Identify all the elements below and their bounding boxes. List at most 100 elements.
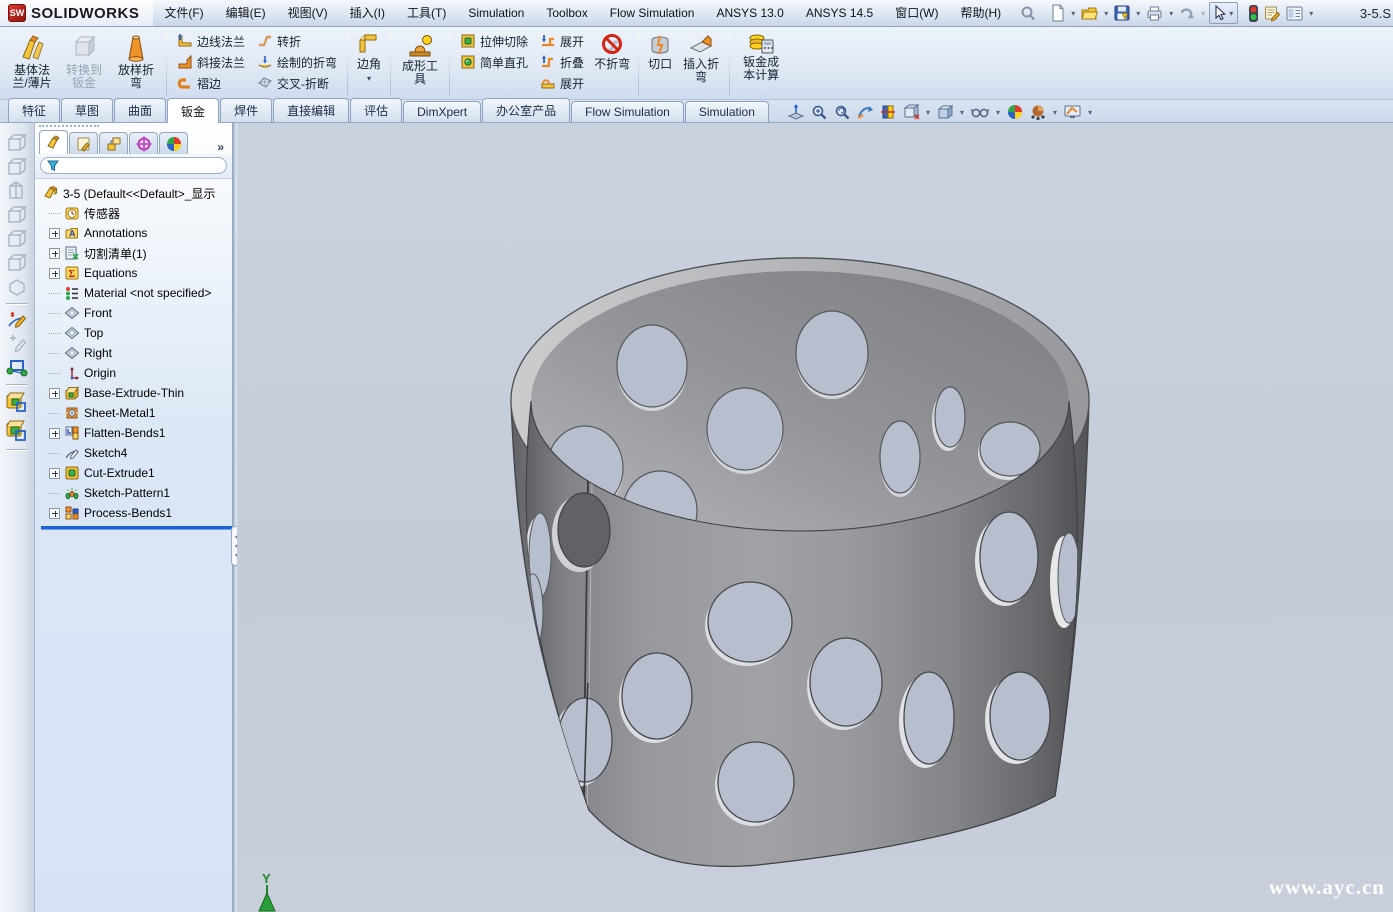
previous-view-icon[interactable] xyxy=(832,102,852,122)
view-cube-2-icon[interactable] xyxy=(4,155,30,179)
expand-icon[interactable] xyxy=(49,268,60,279)
base-flange-button[interactable]: 基体法兰/薄片 xyxy=(6,29,58,98)
save-dropdown-icon[interactable]: ▾ xyxy=(1134,9,1142,18)
tree-item-top-plane[interactable]: Top xyxy=(41,323,232,343)
undo-icon[interactable] xyxy=(1177,2,1197,24)
jog-button[interactable]: 转折 xyxy=(253,32,341,50)
open-dropdown-icon[interactable]: ▾ xyxy=(1102,9,1110,18)
tree-item-right-plane[interactable]: Right xyxy=(41,343,232,363)
sketch-tool-icon[interactable] xyxy=(4,308,30,332)
select-dropdown-icon[interactable]: ▾ xyxy=(1227,9,1235,18)
select-cursor-button[interactable]: ▾ xyxy=(1209,2,1238,24)
menu-window[interactable]: 窗口(W) xyxy=(884,0,949,26)
no-bends-button[interactable]: 不折弯 xyxy=(590,29,634,98)
lofted-bend-button[interactable]: 放样折弯 xyxy=(110,29,162,98)
tab-configurationmanager[interactable] xyxy=(99,132,128,154)
insert-bends-button[interactable]: 插入折弯 xyxy=(677,29,725,98)
flatten-button[interactable]: 展开 xyxy=(536,74,588,92)
menu-simulation[interactable]: Simulation xyxy=(457,0,535,26)
convert-to-sheet-metal-button[interactable]: 转换到钣金 xyxy=(58,29,110,98)
menu-help[interactable]: 帮助(H) xyxy=(950,0,1013,26)
search-icon[interactable] xyxy=(1018,2,1038,24)
apply-scene-dropdown-icon[interactable]: ▾ xyxy=(1051,108,1059,117)
task-pane-icon[interactable] xyxy=(1284,2,1305,24)
menu-insert[interactable]: 插入(I) xyxy=(339,0,396,26)
tree-item-material[interactable]: Material <not specified> xyxy=(41,283,232,303)
tree-item-annotations[interactable]: A Annotations xyxy=(41,223,232,243)
tab-featuremanager-tree[interactable] xyxy=(39,130,68,154)
tree-item-equations[interactable]: Σ Equations xyxy=(41,263,232,283)
tree-item-cut-extrude1[interactable]: Cut-Extrude1 xyxy=(41,463,232,483)
menu-view[interactable]: 视图(V) xyxy=(277,0,339,26)
rotate-view-icon[interactable] xyxy=(855,102,875,122)
section-view-icon[interactable] xyxy=(878,102,898,122)
tab-dimxpert[interactable]: DimXpert xyxy=(403,101,481,122)
menu-tools[interactable]: 工具(T) xyxy=(396,0,457,26)
view-orientation-dropdown-icon[interactable]: ▾ xyxy=(924,108,932,117)
tree-filter-box[interactable] xyxy=(40,157,227,174)
tree-root-part[interactable]: 3-5 (Default<<Default>_显示 xyxy=(43,183,232,203)
edge-flange-button[interactable]: 边线法兰 xyxy=(173,32,249,50)
menu-flow-simulation[interactable]: Flow Simulation xyxy=(599,0,706,26)
tree-item-process-bends1[interactable]: Process-Bends1 xyxy=(41,503,232,523)
tab-sheet-metal[interactable]: 钣金 xyxy=(167,98,219,123)
tab-propertymanager[interactable] xyxy=(69,132,98,154)
menu-edit[interactable]: 编辑(E) xyxy=(215,0,277,26)
tab-features[interactable]: 特征 xyxy=(8,98,60,122)
edit-appearance-icon[interactable] xyxy=(1005,102,1025,122)
menu-file[interactable]: 文件(F) xyxy=(153,0,214,26)
expand-icon[interactable] xyxy=(49,228,60,239)
hide-show-items-icon[interactable] xyxy=(969,102,991,122)
tab-direct-editing[interactable]: 直接编辑 xyxy=(273,98,349,122)
tab-dimxpertmanager[interactable] xyxy=(129,132,158,154)
view-orientation-icon[interactable] xyxy=(901,102,921,122)
sheet-metal-costing-button[interactable]: 钣金成本计算 xyxy=(734,29,788,98)
tree-item-cut-list[interactable]: 切割清单(1) xyxy=(41,243,232,263)
view-cube-4-icon[interactable] xyxy=(4,203,30,227)
model-perforated-cylinder[interactable]: Y xyxy=(237,123,1393,912)
hem-button[interactable]: 褶边 xyxy=(173,74,249,92)
expand-icon[interactable] xyxy=(49,388,60,399)
sketched-bend-button[interactable]: 绘制的折弯 xyxy=(253,53,341,71)
menu-toolbox[interactable]: Toolbox xyxy=(535,0,598,26)
unfold-button[interactable]: 展开 xyxy=(536,32,588,50)
taskpane-dropdown-icon[interactable]: ▾ xyxy=(1307,9,1315,18)
tree-item-sketch4[interactable]: Sketch4 xyxy=(41,443,232,463)
tab-flow-simulation[interactable]: Flow Simulation xyxy=(571,101,684,122)
panel-tabs-overflow-button[interactable]: » xyxy=(209,140,232,154)
menu-ansys14[interactable]: ANSYS 14.5 xyxy=(795,0,884,26)
corner-dropdown-icon[interactable]: ▾ xyxy=(367,72,371,85)
tab-displaymanager[interactable] xyxy=(159,132,188,154)
route-line-icon[interactable] xyxy=(4,356,30,380)
zoom-to-area-icon[interactable] xyxy=(809,102,829,122)
fold-button[interactable]: 折叠 xyxy=(536,53,588,71)
expand-icon[interactable] xyxy=(49,508,60,519)
miter-flange-button[interactable]: 斜接法兰 xyxy=(173,53,249,71)
view-cube-1-icon[interactable] xyxy=(4,131,30,155)
display-style-dropdown-icon[interactable]: ▾ xyxy=(958,108,966,117)
menu-ansys13[interactable]: ANSYS 13.0 xyxy=(705,0,794,26)
forming-tool-button[interactable]: 成形工具 xyxy=(395,29,445,98)
apply-scene-icon[interactable] xyxy=(1028,102,1048,122)
view-settings-icon[interactable] xyxy=(1062,102,1083,122)
expand-icon[interactable] xyxy=(49,248,60,259)
options-icon[interactable] xyxy=(1262,2,1282,24)
view-cube-6-icon[interactable] xyxy=(4,251,30,275)
simple-hole-button[interactable]: 简单直孔 xyxy=(456,53,532,71)
tab-evaluate[interactable]: 评估 xyxy=(350,98,402,122)
tree-item-flatten-bends1[interactable]: Flatten-Bends1 xyxy=(41,423,232,443)
3d-sketch-tool-icon[interactable] xyxy=(4,332,30,356)
view-cube-3-icon[interactable] xyxy=(4,179,30,203)
tree-item-origin[interactable]: Origin xyxy=(41,363,232,383)
tree-item-sheet-metal1[interactable]: Sheet-Metal1 xyxy=(41,403,232,423)
print-dropdown-icon[interactable]: ▾ xyxy=(1167,9,1175,18)
tab-weldments[interactable]: 焊件 xyxy=(220,98,272,122)
tab-surfaces[interactable]: 曲面 xyxy=(114,98,166,122)
view-isometric-icon[interactable] xyxy=(4,275,30,299)
print-icon[interactable] xyxy=(1144,2,1165,24)
open-icon[interactable] xyxy=(1079,2,1100,24)
tree-item-sketch-pattern1[interactable]: Sketch-Pattern1 xyxy=(41,483,232,503)
tree-item-front-plane[interactable]: Front xyxy=(41,303,232,323)
view-settings-dropdown-icon[interactable]: ▾ xyxy=(1086,108,1094,117)
expand-icon[interactable] xyxy=(49,428,60,439)
